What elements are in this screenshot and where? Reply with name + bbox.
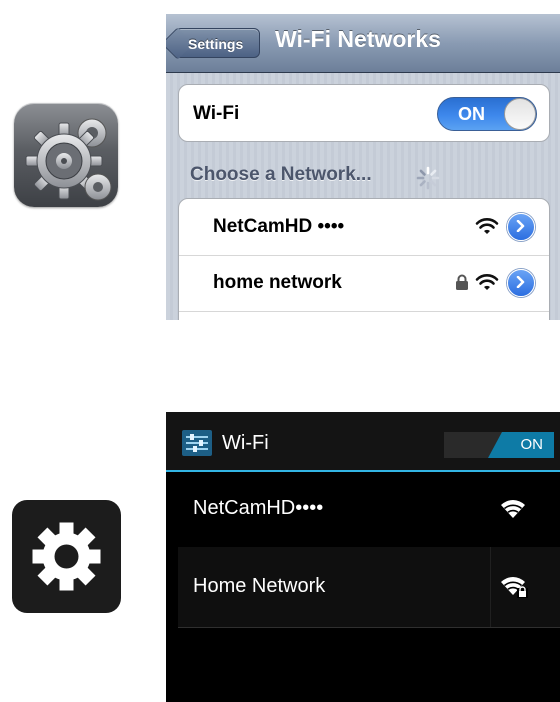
- wifi-toggle-state: ON: [458, 104, 485, 124]
- wifi-signal-icon: [475, 218, 499, 234]
- row-divider: [490, 547, 491, 627]
- wifi-toggle-group: Wi-Fi ON: [178, 84, 550, 142]
- detail-disclosure-button[interactable]: [507, 269, 535, 297]
- settings-gears-icon: [25, 118, 112, 201]
- settings-sliders-icon[interactable]: [182, 430, 212, 456]
- android-action-bar: Wi-Fi ON: [166, 412, 560, 472]
- wifi-signal-icon: [501, 500, 525, 518]
- detail-disclosure-button[interactable]: [507, 213, 535, 241]
- ios-settings-app-icon[interactable]: [14, 103, 118, 207]
- wifi-switch[interactable]: ON: [444, 432, 554, 458]
- network-name: Home Network: [193, 575, 326, 597]
- network-list: NetCamHD •••• home network: [178, 198, 550, 320]
- network-name: home network: [213, 272, 342, 293]
- network-row-netcamhd[interactable]: NetCamHD••••: [178, 472, 560, 553]
- wifi-signal-icon: [475, 274, 499, 290]
- network-row-home[interactable]: Home Network: [178, 547, 560, 628]
- android-wifi-screen: Wi-Fi ON NetCamHD•••• Home Network: [166, 412, 560, 702]
- wifi-label: Wi-Fi: [193, 103, 240, 124]
- toggle-knob: [504, 98, 536, 130]
- network-row-home[interactable]: home network: [179, 255, 549, 312]
- page-title: Wi-Fi: [222, 432, 269, 454]
- settings-cog-icon: [32, 522, 101, 591]
- ios-wifi-screen: Settings Wi-Fi Networks Wi-Fi ON Choose …: [166, 14, 560, 320]
- page-title: Wi-Fi Networks: [275, 26, 441, 52]
- chevron-right-icon: [516, 276, 525, 288]
- chevron-right-icon: [516, 220, 525, 232]
- wifi-switch-state: ON: [520, 436, 544, 453]
- network-name: NetCamHD ••••: [213, 216, 345, 237]
- network-name: NetCamHD••••: [193, 497, 324, 519]
- lock-icon: [456, 274, 468, 290]
- choose-network-header: Choose a Network...: [190, 164, 372, 185]
- wifi-lock-icon: [501, 577, 528, 598]
- spinner-icon: [416, 166, 440, 190]
- wifi-toggle-switch[interactable]: ON: [437, 97, 537, 131]
- android-settings-app-icon[interactable]: [12, 500, 121, 613]
- network-row-netcamhd[interactable]: NetCamHD ••••: [179, 199, 549, 256]
- ios-navigation-bar: Settings Wi-Fi Networks: [166, 14, 560, 73]
- settings-back-button[interactable]: Settings: [175, 28, 260, 58]
